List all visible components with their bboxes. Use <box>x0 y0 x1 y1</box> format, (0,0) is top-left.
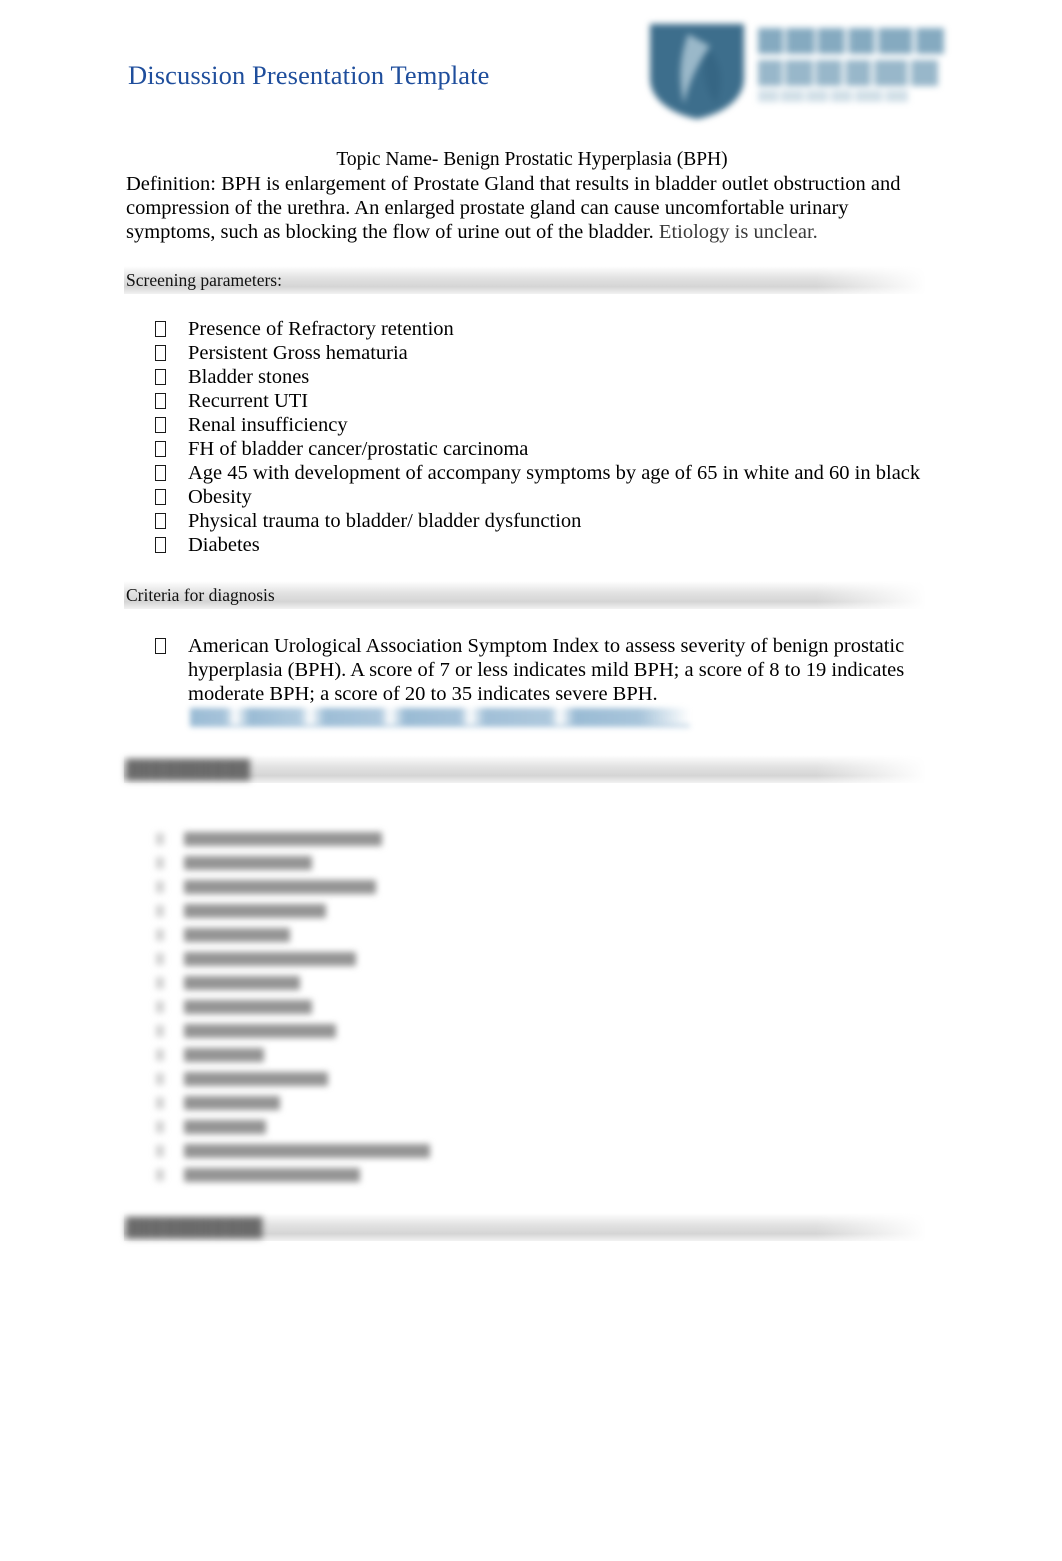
list-item-label: Diabetes <box>188 534 260 556</box>
list-item-label: Obesity <box>188 486 252 508</box>
bullet-marker-icon <box>155 485 169 509</box>
list-item <box>126 972 938 996</box>
list-item: Presence of Refractory retention <box>126 317 938 341</box>
bullet-marker-icon <box>155 461 169 485</box>
list-item <box>126 1044 938 1068</box>
logo-wordmark <box>758 24 946 108</box>
list-item <box>126 1092 938 1116</box>
definition-etiology-text: Etiology is unclear. <box>658 221 818 243</box>
list-item-label: Physical trauma to bladder/ bladder dysf… <box>188 510 582 532</box>
criteria-for-diagnosis-list: American Urological Association Symptom … <box>126 634 938 730</box>
list-item: Physical trauma to bladder/ bladder dysf… <box>126 509 938 533</box>
list-item <box>126 828 938 852</box>
list-item: Renal insufficiency <box>126 413 938 437</box>
list-item <box>126 876 938 900</box>
list-item-label: Bladder stones <box>188 366 310 388</box>
redacted-list-block <box>126 828 938 1188</box>
definition-paragraph: Definition: BPH is enlargement of Prosta… <box>126 172 916 244</box>
list-item <box>126 948 938 972</box>
section-heading-blurred-2: ███████████ <box>124 1213 936 1241</box>
list-item <box>126 852 938 876</box>
section-heading-screening-parameters: Screening parameters: <box>124 266 936 294</box>
list-item-label: Persistent Gross hematuria <box>188 342 408 364</box>
list-item: Age 45 with development of accompany sym… <box>126 461 938 485</box>
section-heading-label: ███████████ <box>126 1217 263 1237</box>
list-item-label: Renal insufficiency <box>188 414 348 436</box>
list-item: Obesity <box>126 485 938 509</box>
bullet-marker-icon <box>155 365 169 389</box>
list-item-label: FH of bladder cancer/prostatic carcinoma <box>188 438 529 460</box>
list-item: Recurrent UTI <box>126 389 938 413</box>
list-item <box>126 1116 938 1140</box>
screening-parameters-list: Presence of Refractory retention Persist… <box>126 317 938 557</box>
list-item <box>126 1140 938 1164</box>
bullet-marker-icon <box>155 437 169 461</box>
list-item: American Urological Association Symptom … <box>126 634 938 730</box>
list-item-label: American Urological Association Symptom … <box>188 634 926 730</box>
aua-symptom-index-text: American Urological Association Symptom … <box>188 635 905 705</box>
section-heading-label: Criteria for diagnosis <box>126 585 275 605</box>
page-title: Discussion Presentation Template <box>128 60 490 90</box>
list-item: FH of bladder cancer/prostatic carcinoma <box>126 437 938 461</box>
list-item-label: Recurrent UTI <box>188 390 309 412</box>
topic-name-line: Topic Name- Benign Prostatic Hyperplasia… <box>336 149 728 170</box>
list-item <box>126 1164 938 1188</box>
document-page: Discussion Presentation Template Topic N… <box>0 0 1062 1561</box>
bullet-marker-icon <box>155 413 169 437</box>
section-heading-label: Screening parameters: <box>126 270 282 290</box>
list-item: Bladder stones <box>126 365 938 389</box>
document-header: Discussion Presentation Template <box>0 0 1062 140</box>
bullet-marker-icon <box>155 634 169 658</box>
list-item <box>126 1020 938 1044</box>
bullet-marker-icon <box>155 341 169 365</box>
list-item-label: Age 45 with development of accompany sym… <box>188 462 921 484</box>
university-logo <box>640 14 946 130</box>
section-heading-criteria-for-diagnosis: Criteria for diagnosis <box>124 581 936 609</box>
bullet-marker-icon <box>155 533 169 557</box>
bullet-marker-icon <box>155 509 169 533</box>
list-item <box>126 996 938 1020</box>
list-item <box>126 1068 938 1092</box>
list-item: Persistent Gross hematuria <box>126 341 938 365</box>
section-heading-blurred-1: ██████████ <box>124 755 936 783</box>
section-heading-label: ██████████ <box>126 759 250 779</box>
bullet-marker-icon <box>155 317 169 341</box>
aua-symptom-index-link[interactable] <box>190 708 690 727</box>
list-item: Diabetes <box>126 533 938 557</box>
list-item <box>126 924 938 948</box>
shield-icon <box>644 20 750 122</box>
list-item-label: Presence of Refractory retention <box>188 318 454 340</box>
bullet-marker-icon <box>155 389 169 413</box>
list-item <box>126 900 938 924</box>
